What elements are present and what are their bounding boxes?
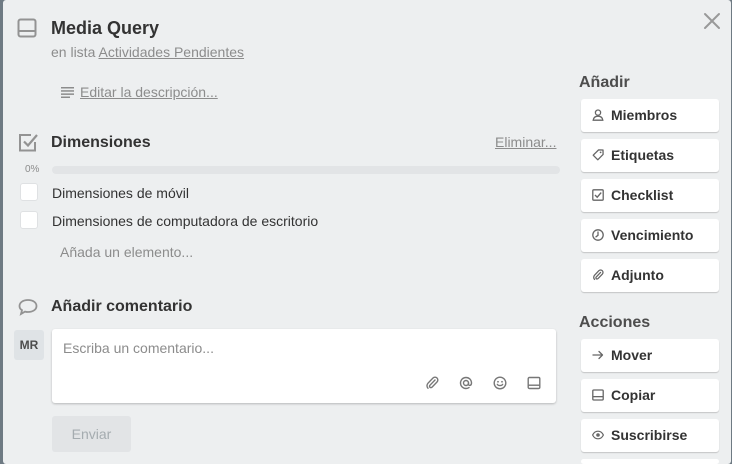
subscribe-button-label: Suscribirse (611, 427, 688, 443)
copy-button[interactable]: Copiar (581, 379, 719, 412)
attachment-icon[interactable] (425, 376, 439, 390)
due-date-button-label: Vencimiento (611, 227, 694, 243)
members-button-label: Miembros (611, 107, 678, 123)
description-icon (61, 87, 74, 98)
eye-icon (592, 430, 604, 440)
avatar[interactable]: MR (14, 330, 44, 360)
move-button-label: Mover (611, 347, 653, 363)
copy-button-label: Copiar (611, 387, 656, 403)
comment-box[interactable]: Escriba un comentario... (52, 329, 556, 403)
checklist-progress-percent: 0% (25, 164, 40, 175)
due-date-button[interactable]: Vencimiento (581, 219, 719, 252)
send-comment-button[interactable]: Enviar (52, 416, 131, 452)
list-prefix: en lista (51, 44, 96, 60)
member-icon (592, 109, 604, 121)
close-icon[interactable] (703, 12, 721, 30)
more-actions-button-partial[interactable] (581, 459, 719, 464)
actions-section-heading: Acciones (579, 314, 651, 331)
copy-icon (592, 389, 604, 401)
checklist-progress-bar (52, 166, 560, 174)
add-checklist-item[interactable]: Añada un elemento... (60, 244, 193, 260)
labels-button[interactable]: Etiquetas (581, 139, 719, 172)
attachment-button[interactable]: Adjunto (581, 259, 719, 292)
comment-icon (18, 299, 38, 316)
checklist-icon (592, 189, 604, 201)
clock-icon (592, 229, 604, 241)
card-title[interactable]: Media Query (51, 18, 159, 39)
checklist-button[interactable]: Checklist (581, 179, 719, 212)
attachment-button-label: Adjunto (611, 267, 664, 283)
checklist-icon (19, 134, 38, 152)
emoji-icon[interactable] (493, 376, 507, 390)
list-info: en lista Actividades Pendientes (51, 44, 244, 60)
checklist-item-checkbox[interactable] (20, 211, 38, 229)
checklist-item-label[interactable]: Dimensiones de móvil (52, 185, 189, 201)
attachment-icon (593, 269, 604, 281)
members-button[interactable]: Miembros (581, 99, 719, 132)
checklist-item-label[interactable]: Dimensiones de computadora de escritorio (52, 213, 318, 229)
card-icon[interactable] (527, 376, 541, 390)
checklist-title[interactable]: Dimensiones (51, 134, 151, 152)
subscribe-button[interactable]: Suscribirse (581, 419, 719, 452)
checklist-button-label: Checklist (611, 187, 674, 203)
card-detail-modal: Media Query en lista Actividades Pendien… (3, 0, 731, 464)
label-icon (592, 149, 604, 161)
mention-icon[interactable] (459, 376, 473, 390)
comment-input[interactable]: Escriba un comentario... (63, 340, 214, 356)
checklist-delete-link[interactable]: Eliminar... (495, 134, 556, 150)
labels-button-label: Etiquetas (611, 147, 675, 163)
arrow-right-icon (592, 350, 604, 360)
comment-title: Añadir comentario (51, 298, 193, 315)
move-button[interactable]: Mover (581, 339, 719, 372)
card-icon (17, 18, 37, 38)
checklist-item-checkbox[interactable] (20, 183, 38, 201)
add-section-heading: Añadir (579, 74, 630, 91)
list-name-link[interactable]: Actividades Pendientes (98, 44, 244, 60)
edit-description-label: Editar la descripción... (80, 84, 218, 100)
